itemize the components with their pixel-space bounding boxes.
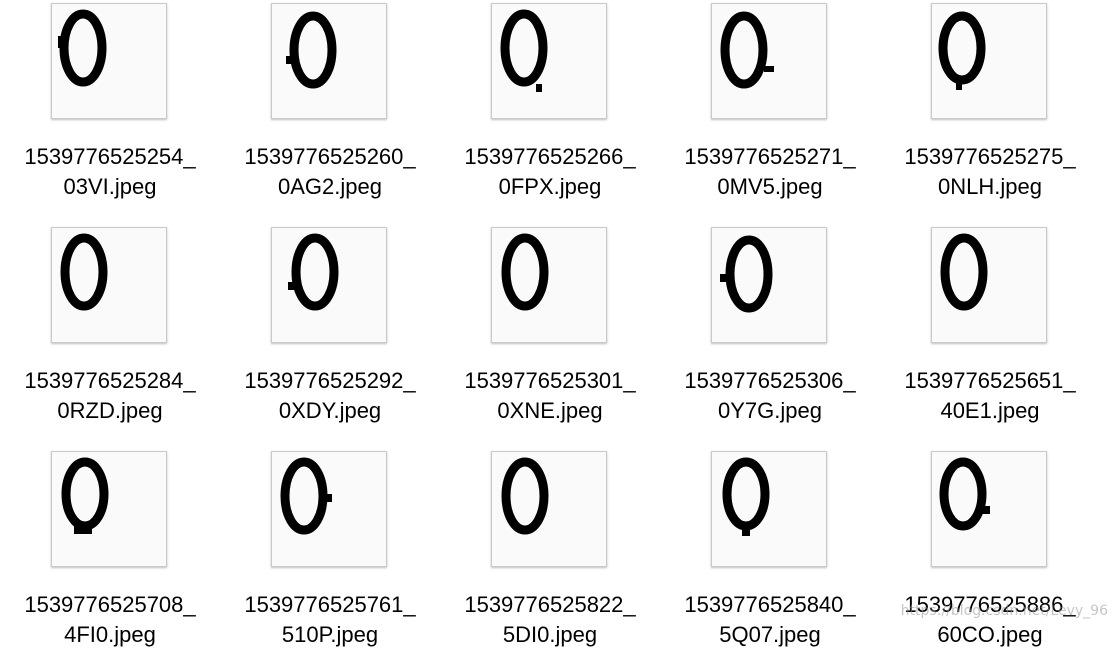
file-item[interactable]: 1539776525886_ 60CO.jpeg <box>880 448 1100 672</box>
file-name-line2: 40E1.jpeg <box>940 398 1040 423</box>
file-name: 1539776525254_ 03VI.jpeg <box>0 142 220 202</box>
image-thumbnail[interactable] <box>711 3 827 119</box>
file-item[interactable]: 1539776525271_ 0MV5.jpeg <box>660 0 880 224</box>
file-item[interactable]: 1539776525301_ 0XNE.jpeg <box>440 224 660 448</box>
file-name: 1539776525292_ 0XDY.jpeg <box>220 366 440 426</box>
file-name: 1539776525822_ 5DI0.jpeg <box>440 590 660 650</box>
file-name-line2: 03VI.jpeg <box>63 174 157 199</box>
file-item[interactable]: 1539776525292_ 0XDY.jpeg <box>220 224 440 448</box>
file-name: 1539776525266_ 0FPX.jpeg <box>440 142 660 202</box>
captcha-zero-glyph <box>61 457 109 534</box>
file-name: 1539776525271_ 0MV5.jpeg <box>660 142 880 202</box>
file-name-line2: 0NLH.jpeg <box>938 174 1042 199</box>
captcha-zero-glyph <box>280 457 332 535</box>
captcha-zero-glyph <box>58 9 107 87</box>
file-name: 1539776525761_ 510P.jpeg <box>220 590 440 650</box>
file-name: 1539776525840_ 5Q07.jpeg <box>660 590 880 650</box>
file-item[interactable]: 1539776525822_ 5DI0.jpeg <box>440 448 660 672</box>
captcha-zero-glyph <box>939 457 990 531</box>
image-thumbnail[interactable] <box>271 3 387 119</box>
file-item[interactable]: 1539776525275_ 0NLH.jpeg <box>880 0 1100 224</box>
file-name-line1: 1539776525254_ <box>24 144 196 169</box>
file-name-line1: 1539776525708_ <box>24 592 196 617</box>
captcha-zero-glyph <box>938 11 986 90</box>
file-name-line2: 0AG2.jpeg <box>278 174 382 199</box>
file-name-line2: 60CO.jpeg <box>937 622 1043 647</box>
file-name-line2: 4FI0.jpeg <box>64 622 156 647</box>
file-name-line1: 1539776525271_ <box>684 144 856 169</box>
captcha-zero-glyph <box>720 235 773 313</box>
captcha-zero-glyph <box>500 9 548 92</box>
captcha-zero-glyph <box>60 233 108 311</box>
file-name-line1: 1539776525275_ <box>904 144 1076 169</box>
captcha-zero-glyph <box>501 233 549 311</box>
file-name-line1: 1539776525651_ <box>904 368 1076 393</box>
image-thumbnail[interactable] <box>271 227 387 343</box>
captcha-zero-glyph <box>286 11 337 89</box>
image-thumbnail[interactable] <box>51 451 167 567</box>
file-name: 1539776525260_ 0AG2.jpeg <box>220 142 440 202</box>
image-thumbnail[interactable] <box>491 451 607 567</box>
file-item[interactable]: 1539776525761_ 510P.jpeg <box>220 448 440 672</box>
file-name: 1539776525306_ 0Y7G.jpeg <box>660 366 880 426</box>
file-name-line2: 5DI0.jpeg <box>502 622 598 647</box>
file-name-line1: 1539776525260_ <box>244 144 416 169</box>
file-name-line1: 1539776525761_ <box>244 592 416 617</box>
image-thumbnail[interactable] <box>491 3 607 119</box>
captcha-zero-glyph <box>288 233 339 311</box>
file-item[interactable]: 1539776525266_ 0FPX.jpeg <box>440 0 660 224</box>
file-name: 1539776525651_ 40E1.jpeg <box>880 366 1100 426</box>
file-name-line1: 1539776525306_ <box>684 368 856 393</box>
file-name: 1539776525284_ 0RZD.jpeg <box>0 366 220 426</box>
image-thumbnail[interactable] <box>51 3 167 119</box>
image-thumbnail[interactable] <box>711 451 827 567</box>
file-name-line2: 510P.jpeg <box>281 622 379 647</box>
file-item[interactable]: 1539776525306_ 0Y7G.jpeg <box>660 224 880 448</box>
file-name: 1539776525275_ 0NLH.jpeg <box>880 142 1100 202</box>
file-item[interactable]: 1539776525284_ 0RZD.jpeg <box>0 224 220 448</box>
file-name-line1: 1539776525292_ <box>244 368 416 393</box>
file-grid: 1539776525254_ 03VI.jpeg 1539776525260_ … <box>0 0 1120 647</box>
file-name-line1: 1539776525840_ <box>684 592 856 617</box>
image-thumbnail[interactable] <box>271 451 387 567</box>
file-name-line2: 0RZD.jpeg <box>57 398 163 423</box>
captcha-zero-glyph <box>940 233 988 311</box>
file-name: 1539776525301_ 0XNE.jpeg <box>440 366 660 426</box>
image-thumbnail[interactable] <box>931 451 1047 567</box>
image-thumbnail[interactable] <box>931 3 1047 119</box>
file-name-line1: 1539776525266_ <box>464 144 636 169</box>
file-name-line2: 0MV5.jpeg <box>717 174 823 199</box>
watermark-text: https://blog.csdn.net/Levy_96 <box>900 603 1108 619</box>
file-name: 1539776525886_ 60CO.jpeg <box>880 590 1100 650</box>
file-name: 1539776525708_ 4FI0.jpeg <box>0 590 220 650</box>
image-thumbnail[interactable] <box>931 227 1047 343</box>
file-item[interactable]: 1539776525254_ 03VI.jpeg <box>0 0 220 224</box>
file-item[interactable]: 1539776525651_ 40E1.jpeg <box>880 224 1100 448</box>
captcha-zero-glyph <box>722 457 770 536</box>
image-thumbnail[interactable] <box>491 227 607 343</box>
file-item[interactable]: 1539776525260_ 0AG2.jpeg <box>220 0 440 224</box>
file-item[interactable]: 1539776525708_ 4FI0.jpeg <box>0 448 220 672</box>
file-name-line2: 0Y7G.jpeg <box>718 398 822 423</box>
file-name-line2: 5Q07.jpeg <box>719 622 821 647</box>
captcha-zero-glyph <box>501 457 549 535</box>
file-name-line1: 1539776525822_ <box>464 592 636 617</box>
file-name-line1: 1539776525284_ <box>24 368 196 393</box>
image-thumbnail[interactable] <box>711 227 827 343</box>
captcha-zero-glyph <box>720 11 774 89</box>
file-name-line1: 1539776525301_ <box>464 368 636 393</box>
file-name-line2: 0FPX.jpeg <box>498 174 602 199</box>
image-thumbnail[interactable] <box>51 227 167 343</box>
file-item[interactable]: 1539776525840_ 5Q07.jpeg <box>660 448 880 672</box>
file-name-line2: 0XNE.jpeg <box>497 398 603 423</box>
file-name-line2: 0XDY.jpeg <box>278 398 382 423</box>
